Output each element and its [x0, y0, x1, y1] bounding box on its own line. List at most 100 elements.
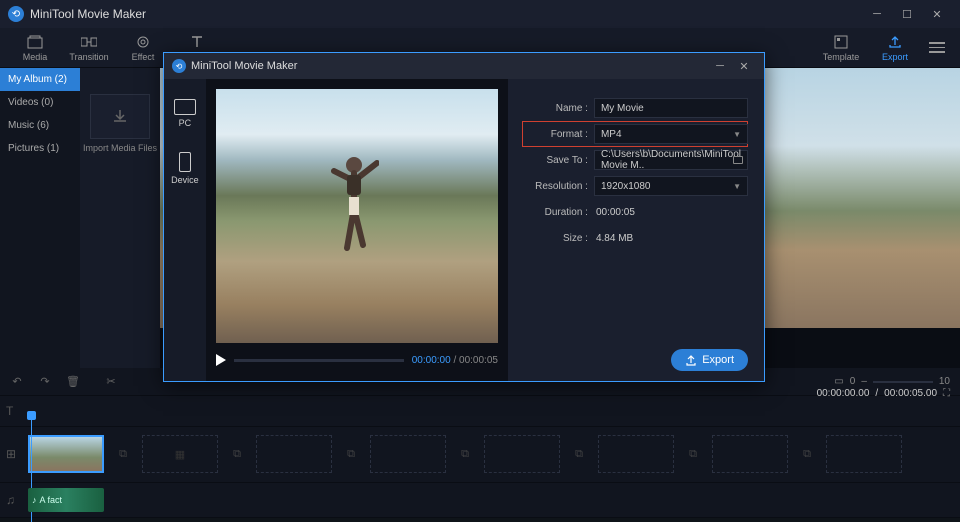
- empty-clip-slot[interactable]: [826, 435, 902, 473]
- export-target-device[interactable]: Device: [171, 152, 199, 185]
- size-value: 4.84 MB: [594, 233, 748, 244]
- form-row-saveto: Save To : C:\Users\b\Documents\MiniTool …: [522, 147, 748, 173]
- tab-template-label: Template: [823, 52, 860, 62]
- tab-media[interactable]: Media: [8, 28, 62, 68]
- dialog-preview: 00:00:00 / 00:00:05: [206, 79, 508, 381]
- phone-icon: [179, 152, 191, 172]
- tab-transition-label: Transition: [69, 52, 108, 62]
- form-row-size: Size : 4.84 MB: [522, 225, 748, 251]
- resolution-select[interactable]: 1920x1080▼: [594, 176, 748, 196]
- dialog-titlebar: ⟲ MiniTool Movie Maker ─ ✕: [164, 53, 764, 79]
- tab-template[interactable]: Template: [814, 28, 868, 68]
- redo-icon[interactable]: ↷: [38, 375, 52, 389]
- empty-clip-slot[interactable]: [370, 435, 446, 473]
- zoom-min-label: 0: [850, 376, 856, 387]
- transition-slot[interactable]: ⧉: [564, 444, 594, 464]
- media-panel: Import Media Files: [80, 68, 160, 368]
- text-track-content[interactable]: [28, 396, 960, 426]
- empty-clip-slot[interactable]: [712, 435, 788, 473]
- template-icon: [833, 34, 849, 50]
- tab-effect[interactable]: Effect: [116, 28, 170, 68]
- empty-clip-slot[interactable]: [598, 435, 674, 473]
- import-media-button[interactable]: [90, 94, 150, 139]
- music-note-icon: ♪: [32, 495, 37, 505]
- zoom-slider[interactable]: [873, 381, 933, 383]
- video-track: ⊞ ⧉ ▦ ⧉ ⧉ ⧉ ⧉ ⧉ ⧉: [0, 427, 960, 483]
- sidebar-item-pictures[interactable]: Pictures (1): [0, 137, 80, 160]
- folder-icon[interactable]: [733, 156, 743, 164]
- monitor-icon: [174, 99, 196, 115]
- format-select[interactable]: MP4▼: [594, 124, 748, 144]
- audio-clip-label: A fact: [40, 495, 63, 505]
- media-icon: [27, 34, 43, 50]
- dialog-preview-frame: [216, 89, 498, 343]
- name-input[interactable]: My Movie: [594, 98, 748, 118]
- dialog-time-total: 00:00:05: [459, 355, 498, 366]
- dialog-progress-bar[interactable]: [234, 359, 404, 362]
- transition-slot[interactable]: ⧉: [450, 444, 480, 464]
- export-target-pc[interactable]: PC: [174, 99, 196, 128]
- saveto-input[interactable]: C:\Users\b\Documents\MiniTool Movie M..: [594, 150, 748, 170]
- video-clip[interactable]: [28, 435, 104, 473]
- dialog-body: PC Device 00:00:00 / 00:00:05: [164, 79, 764, 381]
- zoom-max-label: 10: [939, 376, 950, 387]
- undo-icon[interactable]: ↶: [10, 375, 24, 389]
- sidebar-item-music[interactable]: Music (6): [0, 114, 80, 137]
- tab-transition[interactable]: Transition: [62, 28, 116, 68]
- transition-slot[interactable]: ⧉: [222, 444, 252, 464]
- dialog-minimize-button[interactable]: ─: [708, 54, 732, 78]
- form-row-name: Name : My Movie: [522, 95, 748, 121]
- app-title: MiniTool Movie Maker: [30, 7, 862, 21]
- export-form: Name : My Movie Format : MP4▼ Save To : …: [508, 79, 764, 381]
- text-icon: [189, 34, 205, 50]
- empty-clip-slot[interactable]: ▦: [142, 435, 218, 473]
- zoom-out-icon[interactable]: –: [861, 376, 867, 387]
- dialog-title: MiniTool Movie Maker: [191, 60, 708, 72]
- tab-export[interactable]: Export: [868, 28, 922, 68]
- transition-slot[interactable]: ⧉: [336, 444, 366, 464]
- size-label: Size :: [522, 233, 588, 244]
- transition-slot[interactable]: ⧉: [678, 444, 708, 464]
- duration-label: Duration :: [522, 207, 588, 218]
- library-sidebar: My Album (2) Videos (0) Music (6) Pictur…: [0, 68, 80, 368]
- export-button[interactable]: Export: [671, 349, 748, 371]
- effect-icon: [135, 34, 151, 50]
- transition-slot[interactable]: ⧉: [108, 444, 138, 464]
- resolution-label: Resolution :: [522, 181, 588, 192]
- form-row-format: Format : MP4▼: [522, 121, 748, 147]
- split-icon[interactable]: ✂: [104, 375, 118, 389]
- export-dialog: ⟲ MiniTool Movie Maker ─ ✕ PC Device: [163, 52, 765, 382]
- audio-track-content[interactable]: ♪A fact: [28, 483, 960, 517]
- transition-icon: [81, 34, 97, 50]
- tab-export-label: Export: [882, 52, 908, 62]
- form-row-resolution: Resolution : 1920x1080▼: [522, 173, 748, 199]
- zoom-fit-icon[interactable]: ▭: [834, 376, 843, 387]
- sidebar-item-videos[interactable]: Videos (0): [0, 91, 80, 114]
- sidebar-item-my-album[interactable]: My Album (2): [0, 68, 80, 91]
- export-icon: [887, 34, 903, 50]
- chevron-down-icon: ▼: [733, 130, 741, 139]
- play-button[interactable]: [216, 354, 226, 366]
- empty-clip-slot[interactable]: [484, 435, 560, 473]
- text-track-icon: T: [6, 404, 28, 418]
- maximize-button[interactable]: ☐: [892, 0, 922, 28]
- saveto-label: Save To :: [522, 155, 588, 166]
- export-button-label: Export: [702, 354, 734, 366]
- delete-icon[interactable]: 🗑: [66, 375, 80, 389]
- dialog-close-button[interactable]: ✕: [732, 54, 756, 78]
- menu-button[interactable]: [922, 42, 952, 53]
- empty-clip-slot[interactable]: [256, 435, 332, 473]
- transition-slot[interactable]: ⧉: [792, 444, 822, 464]
- dialog-preview-controls: 00:00:00 / 00:00:05: [216, 343, 498, 371]
- audio-track-icon: ♫: [6, 493, 28, 507]
- dialog-sidebar: PC Device: [164, 79, 206, 381]
- chevron-down-icon: ▼: [733, 182, 741, 191]
- close-button[interactable]: ✕: [922, 0, 952, 28]
- import-media-label: Import Media Files: [83, 143, 157, 153]
- audio-clip[interactable]: ♪A fact: [28, 488, 104, 512]
- minimize-button[interactable]: ─: [862, 0, 892, 28]
- export-target-pc-label: PC: [179, 118, 192, 128]
- dialog-time-current: 00:00:00: [412, 355, 451, 366]
- video-track-content[interactable]: ⧉ ▦ ⧉ ⧉ ⧉ ⧉ ⧉ ⧉: [28, 427, 960, 482]
- download-icon: [110, 107, 130, 127]
